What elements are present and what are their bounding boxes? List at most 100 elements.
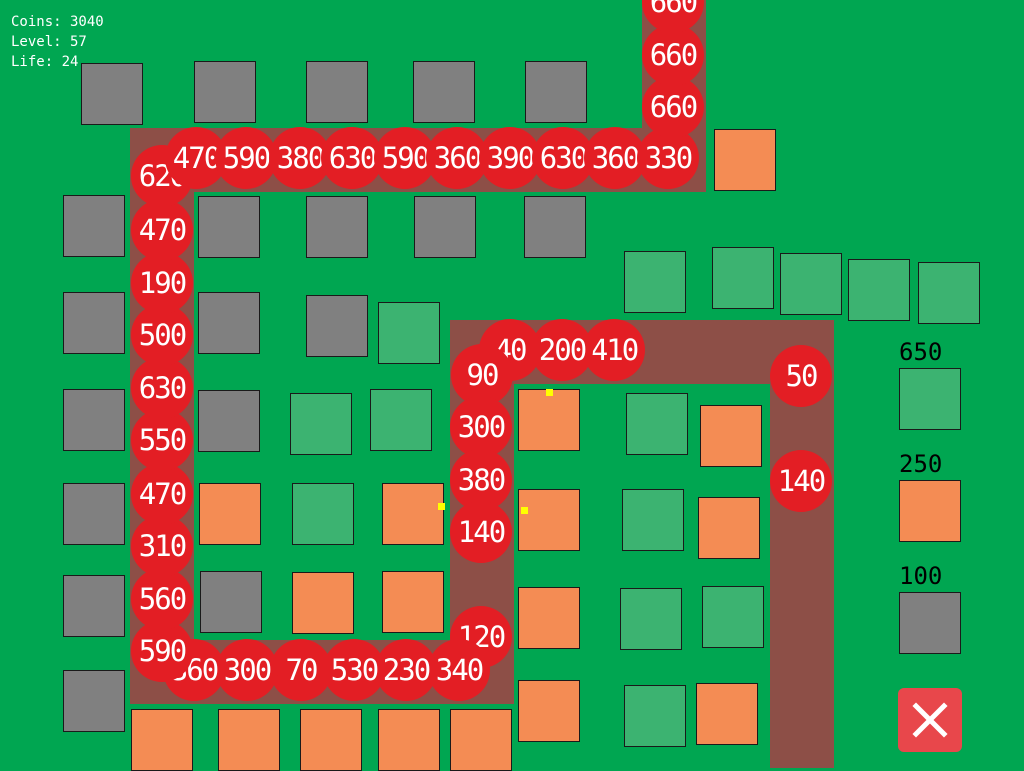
gray-tower[interactable] — [63, 575, 125, 637]
shop-green-tower-button[interactable] — [899, 368, 961, 430]
gray-tower[interactable] — [306, 295, 368, 357]
enemy-hp-label: 500 — [138, 318, 187, 352]
gray-tower[interactable] — [525, 61, 587, 123]
green-tower[interactable] — [292, 483, 354, 545]
green-tower[interactable] — [370, 389, 432, 451]
orange-tower[interactable] — [382, 483, 444, 545]
enemy-hp-label: 630 — [138, 371, 187, 405]
enemy: 470 — [131, 199, 193, 261]
shop-gray-tower-button[interactable] — [899, 592, 961, 654]
enemy-hp-label: 70 — [285, 653, 319, 687]
enemy-hp-label: 630 — [328, 141, 377, 175]
green-tower[interactable] — [620, 588, 682, 650]
gray-tower[interactable] — [306, 61, 368, 123]
gray-tower[interactable] — [63, 195, 125, 257]
enemy-hp-label: 590 — [381, 141, 430, 175]
enemy-hp-label: 660 — [649, 90, 698, 124]
enemy: 530 — [323, 639, 385, 701]
enemy-hp-label: 140 — [457, 515, 506, 549]
gray-tower[interactable] — [194, 61, 256, 123]
orange-tower[interactable] — [696, 683, 758, 745]
orange-tower[interactable] — [199, 483, 261, 545]
gray-tower[interactable] — [413, 61, 475, 123]
green-tower[interactable] — [702, 586, 764, 648]
shop-price-orange-tower: 250 — [899, 450, 943, 478]
orange-tower[interactable] — [518, 389, 580, 451]
green-tower[interactable] — [848, 259, 910, 321]
enemy-hp-label: 470 — [172, 141, 221, 175]
gray-tower[interactable] — [63, 483, 125, 545]
shop-price-gray-tower: 100 — [899, 562, 943, 590]
green-tower[interactable] — [626, 393, 688, 455]
green-tower[interactable] — [378, 302, 440, 364]
enemy: 340 — [428, 639, 490, 701]
green-tower[interactable] — [622, 489, 684, 551]
enemy-hp-label: 590 — [222, 141, 271, 175]
enemy-hp-label: 380 — [457, 463, 506, 497]
enemy-hp-label: 330 — [644, 141, 693, 175]
enemy: 560 — [131, 568, 193, 630]
orange-tower[interactable] — [518, 489, 580, 551]
bullet — [438, 503, 445, 510]
enemy: 140 — [770, 450, 832, 512]
gray-tower[interactable] — [198, 390, 260, 452]
green-tower[interactable] — [624, 251, 686, 313]
orange-tower[interactable] — [300, 709, 362, 771]
orange-tower[interactable] — [450, 709, 512, 771]
green-tower[interactable] — [624, 685, 686, 747]
enemy-hp-label: 660 — [649, 38, 698, 72]
green-tower[interactable] — [712, 247, 774, 309]
gray-tower[interactable] — [63, 389, 125, 451]
game-board[interactable]: 140 50 410 200 40 90 300 380 140 120 340 230 530 70 30… — [0, 0, 1024, 771]
green-tower[interactable] — [918, 262, 980, 324]
orange-tower[interactable] — [131, 709, 193, 771]
orange-tower[interactable] — [714, 129, 776, 191]
close-icon — [912, 702, 948, 738]
orange-tower[interactable] — [518, 680, 580, 742]
enemy: 140 — [450, 501, 512, 563]
enemy-hp-label: 470 — [138, 213, 187, 247]
gray-tower[interactable] — [414, 196, 476, 258]
enemy-hp-label: 590 — [138, 634, 187, 668]
shop-price-green-tower: 650 — [899, 338, 943, 366]
orange-tower[interactable] — [518, 587, 580, 649]
gray-tower[interactable] — [63, 670, 125, 732]
enemy-hp-label: 410 — [590, 333, 639, 367]
gray-tower[interactable] — [63, 292, 125, 354]
enemy-hp-label: 300 — [457, 410, 506, 444]
enemy: 470 — [131, 463, 193, 525]
gray-tower[interactable] — [200, 571, 262, 633]
enemy: 630 — [131, 357, 193, 419]
orange-tower[interactable] — [218, 709, 280, 771]
enemy-hp-label: 310 — [138, 529, 187, 563]
gray-tower[interactable] — [306, 196, 368, 258]
enemy-hp-label: 190 — [138, 266, 187, 300]
orange-tower[interactable] — [698, 497, 760, 559]
orange-tower[interactable] — [292, 572, 354, 634]
orange-tower[interactable] — [382, 571, 444, 633]
green-tower[interactable] — [290, 393, 352, 455]
enemy-hp-label: 390 — [486, 141, 535, 175]
enemy-hp-label: 90 — [466, 358, 500, 392]
enemy-hp-label: 630 — [539, 141, 588, 175]
enemy-hp-label: 660 — [649, 0, 698, 19]
gray-tower[interactable] — [81, 63, 143, 125]
life-counter: Life: 24 — [11, 54, 79, 70]
green-tower[interactable] — [780, 253, 842, 315]
enemy-hp-label: 360 — [433, 141, 482, 175]
level-counter: Level: 57 — [11, 34, 87, 50]
enemy-hp-label: 380 — [276, 141, 325, 175]
gray-tower[interactable] — [524, 196, 586, 258]
enemy: 190 — [131, 252, 193, 314]
gray-tower[interactable] — [198, 292, 260, 354]
enemy-hp-label: 140 — [777, 464, 826, 498]
gray-tower[interactable] — [198, 196, 260, 258]
enemy-hp-label: 300 — [223, 653, 272, 687]
enemy: 300 — [216, 639, 278, 701]
close-button[interactable] — [898, 688, 962, 752]
orange-tower[interactable] — [378, 709, 440, 771]
enemy-hp-label: 470 — [138, 477, 187, 511]
shop-orange-tower-button[interactable] — [899, 480, 961, 542]
orange-tower[interactable] — [700, 405, 762, 467]
enemy-hp-label: 200 — [538, 333, 587, 367]
